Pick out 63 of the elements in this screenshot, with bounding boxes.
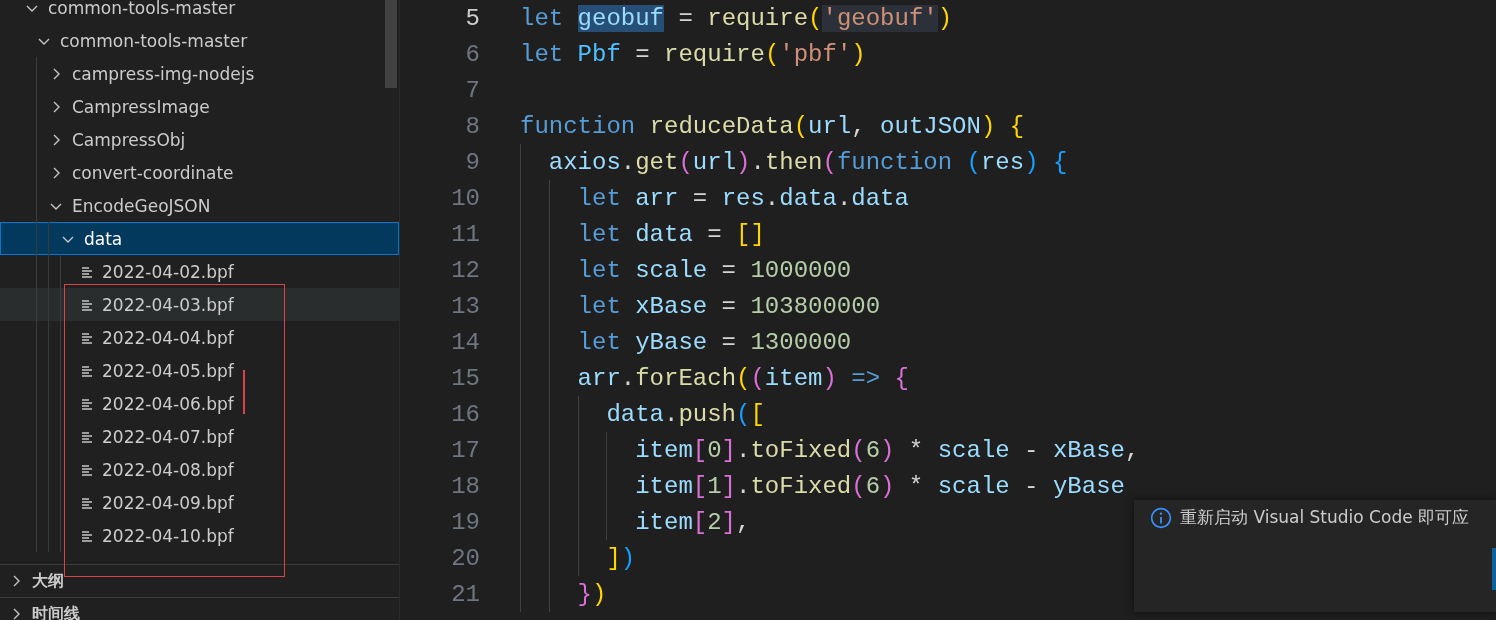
line-number: 21 (450, 580, 480, 608)
code-line: let Pbf = require('pbf') (520, 40, 866, 68)
marker-line (243, 370, 245, 414)
line-number: 11 (450, 220, 480, 248)
tree-item[interactable]: 2022-04-06.bpf (0, 387, 399, 420)
info-icon (1150, 507, 1172, 529)
lines-icon (80, 297, 94, 312)
line-number: 17 (450, 436, 480, 464)
notification-message: 重新启动 Visual Studio Code 即可应 (1180, 506, 1470, 529)
tree-item[interactable]: convert-coordinate (0, 156, 399, 189)
action-button[interactable] (1492, 548, 1496, 590)
code-line: let scale = 1000000 (577, 256, 852, 284)
code-line: let yBase = 1300000 (577, 328, 852, 356)
line-number: 16 (450, 400, 480, 428)
line-number: 14 (450, 328, 480, 356)
line-number: 18 (450, 472, 480, 500)
line-number: 19 (450, 508, 480, 536)
tree-item[interactable]: 2022-04-03.bpf (0, 288, 399, 321)
tree-item[interactable]: 2022-04-07.bpf (0, 420, 399, 453)
line-number: 8 (464, 112, 480, 140)
line-number: 10 (450, 184, 480, 212)
code-line: data.push([ (606, 400, 765, 428)
scrollbar[interactable] (385, 0, 397, 88)
line-number: 7 (464, 76, 480, 104)
code-line: let xBase = 103800000 (577, 292, 881, 320)
code-line: function reduceData(url, outJSON) { (520, 112, 1025, 140)
lines-icon (80, 495, 94, 510)
line-number: 15 (450, 364, 480, 392)
code-line: let geobuf = require('geobuf') (520, 4, 953, 32)
code-line: let arr = res.data.data (577, 184, 909, 212)
tree-item[interactable]: 2022-04-09.bpf (0, 486, 399, 519)
tree-item[interactable]: CampressObj (0, 123, 399, 156)
lines-icon (80, 330, 94, 345)
lines-icon (80, 363, 94, 378)
code-line: }) (577, 580, 607, 608)
tree-item[interactable]: 2022-04-05.bpf (0, 354, 399, 387)
code-line: item[0].toFixed(6) * scale - xBase, (635, 436, 1140, 464)
line-number: 9 (464, 148, 480, 176)
line-number: 13 (450, 292, 480, 320)
tree-item[interactable]: common-tools-master (0, 24, 399, 57)
tree-item[interactable]: common-tools-master (0, 0, 399, 24)
tree-item[interactable]: data (0, 222, 399, 255)
panel-header[interactable]: 大纲 (0, 565, 399, 598)
line-number: 5 (464, 4, 480, 32)
code-line: item[2], (635, 508, 751, 536)
tree-item[interactable]: CampressImage (0, 90, 399, 123)
line-number: 12 (450, 256, 480, 284)
code-line: ]) (606, 544, 636, 572)
code-line: let data = [] (577, 220, 765, 248)
tree-item[interactable]: 2022-04-04.bpf (0, 321, 399, 354)
code-line: axios.get(url).then(function (res) { (548, 148, 1068, 176)
code-line: arr.forEach((item) => { (577, 364, 909, 392)
code-line: item[1].toFixed(6) * scale - yBase (635, 472, 1125, 500)
tree-item[interactable]: 2022-04-10.bpf (0, 519, 399, 552)
lines-icon (80, 462, 94, 477)
lines-icon (80, 396, 94, 411)
line-number: 20 (450, 544, 480, 572)
lines-icon (80, 264, 94, 279)
line-number: 6 (464, 40, 480, 68)
tree-item[interactable]: 2022-04-08.bpf (0, 453, 399, 486)
lines-icon (80, 528, 94, 543)
tree-item[interactable]: campress-img-nodejs (0, 57, 399, 90)
lines-icon (80, 429, 94, 444)
